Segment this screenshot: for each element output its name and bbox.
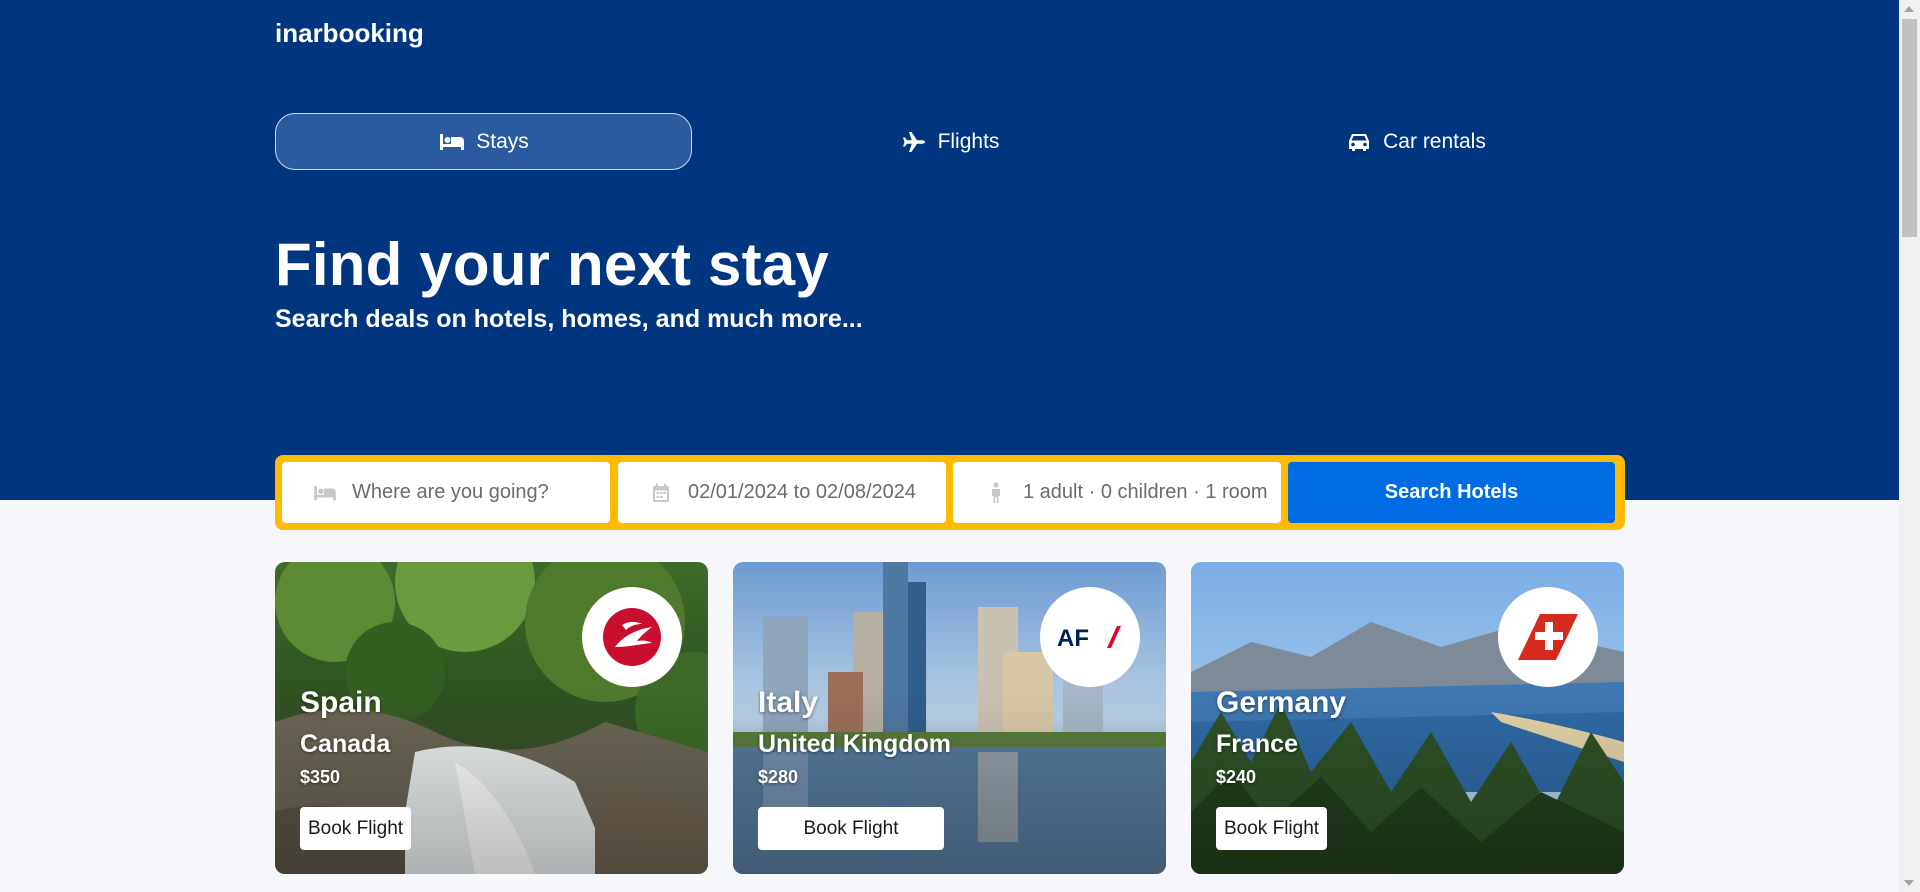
- guests-value: 1 adult · 0 children · 1 room: [1023, 481, 1268, 503]
- svg-text:AF: AF: [1057, 625, 1089, 652]
- deal-card-spain-canada[interactable]: Spain Canada $350 Book Flight: [275, 562, 708, 874]
- deal-origin: Italy: [758, 686, 819, 719]
- guests-field[interactable]: 1 adult · 0 children · 1 room: [953, 462, 1281, 523]
- search-bar: 02/01/2024 to 02/08/2024 1 adult · 0 chi…: [275, 455, 1625, 530]
- bed-icon: [438, 131, 466, 153]
- scroll-up-icon[interactable]: [1904, 6, 1914, 12]
- book-flight-button[interactable]: Book Flight: [300, 807, 412, 850]
- page-subtitle: Search deals on hotels, homes, and much …: [275, 305, 863, 333]
- calendar-icon: [648, 482, 674, 504]
- scrollbar-thumb[interactable]: [1902, 19, 1917, 237]
- airline-logo-badge: [582, 587, 682, 687]
- swiss-logo: [1518, 614, 1578, 660]
- deal-price: $240: [1216, 767, 1257, 787]
- tab-stays[interactable]: Stays: [275, 113, 692, 170]
- book-flight-button[interactable]: Book Flight: [1216, 807, 1328, 850]
- tab-car-rentals-label: Car rentals: [1383, 129, 1486, 153]
- tab-stays-label: Stays: [476, 129, 529, 153]
- date-range-value: 02/01/2024 to 02/08/2024: [688, 481, 916, 503]
- scroll-down-icon[interactable]: [1904, 880, 1914, 886]
- page-scrollbar[interactable]: [1899, 0, 1920, 892]
- air-france-logo: AF: [1057, 625, 1121, 652]
- person-icon: [983, 481, 1009, 504]
- tab-flights-label: Flights: [937, 129, 1000, 153]
- page-title: Find your next stay: [275, 231, 829, 298]
- car-icon: [1345, 131, 1373, 153]
- plane-icon: [900, 131, 928, 153]
- deal-price: $280: [758, 767, 799, 787]
- deal-destination: Canada: [300, 730, 391, 758]
- bed-icon: [312, 482, 338, 504]
- deal-origin: Spain: [300, 686, 382, 719]
- deal-destination: United Kingdom: [758, 730, 952, 758]
- deal-origin: Germany: [1216, 686, 1347, 719]
- search-hotels-button[interactable]: Search Hotels: [1288, 462, 1615, 523]
- destination-input[interactable]: [352, 481, 592, 504]
- tab-car-rentals[interactable]: Car rentals: [1207, 113, 1624, 170]
- product-tabs: Stays Flights Car rentals: [275, 113, 1624, 170]
- deal-card-italy-united-kingdom[interactable]: AF Italy United Kingdom $280 Book Flight: [733, 562, 1166, 874]
- destination-field[interactable]: [282, 462, 610, 523]
- airline-logo-badge: AF: [1040, 587, 1140, 687]
- turkish-airlines-logo: [603, 608, 661, 666]
- brand-logo[interactable]: inarbooking: [275, 18, 424, 49]
- book-flight-button[interactable]: Book Flight: [758, 807, 944, 850]
- airline-logo-badge: [1498, 587, 1598, 687]
- date-range-field[interactable]: 02/01/2024 to 02/08/2024: [618, 462, 946, 523]
- tab-flights[interactable]: Flights: [741, 113, 1158, 170]
- deal-card-germany-france[interactable]: Germany France $240 Book Flight: [1191, 562, 1624, 874]
- deal-destination: France: [1216, 730, 1298, 758]
- deal-price: $350: [300, 767, 341, 787]
- hero-banner: inarbooking Stays Flights Car rentals Fi…: [0, 0, 1899, 500]
